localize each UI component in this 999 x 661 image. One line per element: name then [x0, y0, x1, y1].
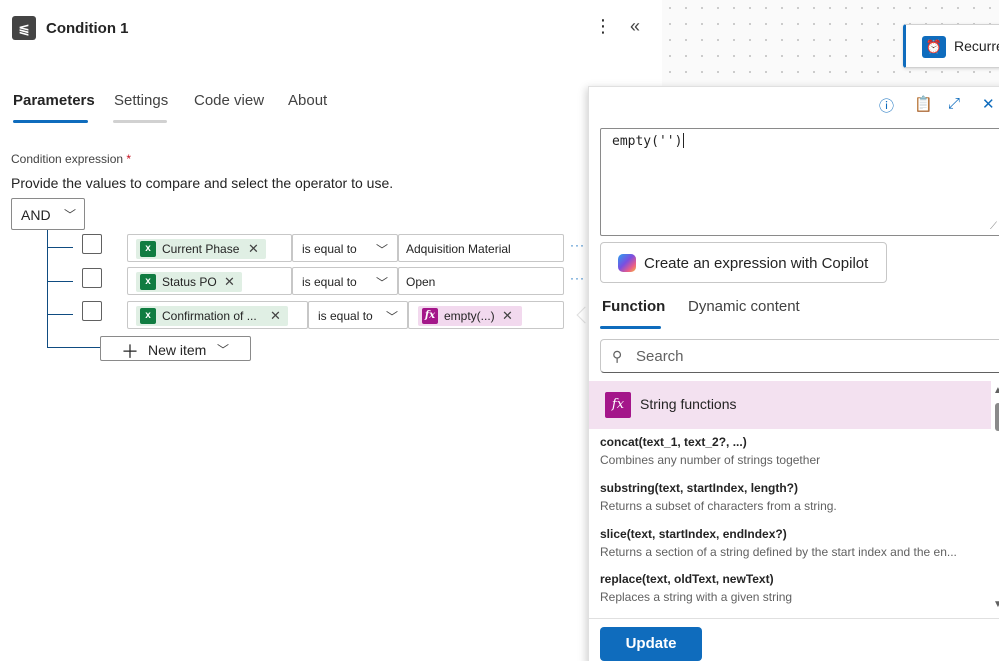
function-item-replace[interactable]: replace(text, oldText, newText) Replaces… — [600, 572, 985, 604]
copilot-icon — [618, 254, 636, 272]
row-operator-dropdown[interactable]: is equal to ﹀ — [292, 234, 398, 262]
remove-token-icon[interactable]: ✕ — [502, 306, 513, 326]
function-item-slice[interactable]: slice(text, startIndex, endIndex?) Retur… — [600, 527, 985, 559]
scroll-thumb[interactable] — [995, 403, 999, 431]
expression-editor-popup: ⓘ 📋 ⤢ ✕ empty('') ⟋ Create an expression… — [588, 86, 999, 661]
tree-branch-line — [47, 247, 73, 248]
condition-description: Provide the values to compare and select… — [11, 175, 394, 191]
copilot-expression-button[interactable]: Create an expression with Copilot — [600, 242, 887, 283]
chevron-down-icon: ﹀ — [64, 208, 77, 222]
expression-input[interactable]: empty('') ⟋ — [600, 128, 999, 236]
scroll-down-icon[interactable]: ▼ — [993, 599, 999, 610]
function-item-substring[interactable]: substring(text, startIndex, length?) Ret… — [600, 481, 985, 513]
tab-parameters[interactable]: Parameters — [13, 92, 95, 109]
group-operator-dropdown[interactable]: AND ﹀ — [11, 198, 85, 230]
resize-grip-icon[interactable]: ⟋ — [990, 221, 997, 232]
dynamic-content-token[interactable]: x Confirmation of ... ✕ — [136, 306, 288, 326]
update-button[interactable]: Update — [600, 627, 702, 661]
row-more-icon[interactable]: ··· — [570, 238, 585, 252]
function-fx-icon: fx — [422, 308, 438, 324]
row-operator-dropdown[interactable]: is equal to ﹀ — [292, 267, 398, 295]
function-fx-icon: fx — [605, 392, 631, 418]
required-asterisk: * — [126, 152, 132, 166]
tree-branch-line — [47, 314, 73, 315]
expression-token[interactable]: fx empty(...) ✕ — [418, 306, 522, 326]
panel-title: Condition 1 — [46, 20, 129, 37]
condition-action-icon: ⫹ — [12, 16, 36, 40]
row-right-operand[interactable]: fx empty(...) ✕ — [408, 301, 564, 329]
scroll-up-icon[interactable]: ▲ — [993, 385, 999, 396]
collapse-panel-icon[interactable]: « — [630, 16, 640, 37]
row-more-icon[interactable]: ··· — [570, 271, 585, 285]
remove-token-icon[interactable]: ✕ — [270, 306, 281, 326]
condition-expression-label: Condition expression * — [11, 152, 132, 166]
recurrence-card-label: Recurre — [954, 38, 999, 54]
row-checkbox[interactable] — [82, 268, 102, 288]
new-item-button[interactable]: ＋ New item ﹀ — [100, 336, 251, 362]
tab-dynamic-content[interactable]: Dynamic content — [688, 298, 800, 315]
chevron-down-icon: ﹀ — [217, 343, 230, 357]
category-string-functions[interactable]: fx String functions — [589, 381, 991, 429]
function-search-input[interactable] — [636, 346, 936, 366]
hover-tab-indicator — [113, 120, 167, 123]
dynamic-content-token[interactable]: x Status PO ✕ — [136, 272, 242, 292]
clipboard-icon[interactable]: 📋 — [914, 95, 933, 113]
dynamic-content-token[interactable]: x Current Phase ✕ — [136, 239, 266, 259]
condition-editor-screen: ⏰ Recurre ⫹ Condition 1 ⋮ « Parameters S… — [0, 0, 999, 661]
excel-icon: x — [140, 274, 156, 290]
row-operator-dropdown[interactable]: is equal to ﹀ — [308, 301, 408, 329]
chevron-down-icon: ﹀ — [376, 276, 389, 290]
row-left-operand[interactable]: x Current Phase ✕ — [127, 234, 292, 262]
row-right-operand[interactable]: Adquisition Material — [398, 234, 564, 262]
active-tab-indicator — [600, 326, 661, 329]
row-left-operand[interactable]: x Confirmation of ... ✕ — [127, 301, 308, 329]
excel-icon: x — [140, 241, 156, 257]
remove-token-icon[interactable]: ✕ — [224, 272, 235, 292]
popup-footer-divider — [589, 618, 999, 619]
active-tab-indicator — [13, 120, 88, 123]
tree-branch-line — [47, 347, 100, 348]
row-checkbox[interactable] — [82, 301, 102, 321]
tab-code-view[interactable]: Code view — [194, 92, 264, 109]
function-item-concat[interactable]: concat(text_1, text_2?, ...) Combines an… — [600, 435, 985, 467]
text-cursor — [683, 133, 685, 148]
chevron-down-icon: ﹀ — [376, 243, 389, 257]
tab-settings[interactable]: Settings — [114, 92, 168, 109]
more-options-icon[interactable]: ⋮ — [594, 16, 612, 37]
row-checkbox[interactable] — [82, 234, 102, 254]
tab-function[interactable]: Function — [602, 298, 665, 315]
row-right-operand[interactable]: Open — [398, 267, 564, 295]
alarm-clock-icon: ⏰ — [922, 36, 946, 58]
search-icon: ⚲ — [612, 348, 623, 364]
close-icon[interactable]: ✕ — [982, 95, 995, 113]
tree-branch-line — [47, 281, 73, 282]
row-left-operand[interactable]: x Status PO ✕ — [127, 267, 292, 295]
info-icon[interactable]: ⓘ — [879, 95, 894, 116]
expand-icon[interactable]: ⤢ — [948, 95, 960, 112]
remove-token-icon[interactable]: ✕ — [248, 239, 259, 259]
recurrence-trigger-card[interactable]: ⏰ Recurre — [903, 24, 999, 68]
plus-icon: ＋ — [121, 342, 139, 362]
tab-about[interactable]: About — [288, 92, 327, 109]
group-operator-value: AND — [21, 207, 51, 223]
function-search[interactable]: ⚲ — [600, 339, 999, 373]
excel-icon: x — [140, 308, 156, 324]
chevron-down-icon: ﹀ — [386, 310, 399, 324]
